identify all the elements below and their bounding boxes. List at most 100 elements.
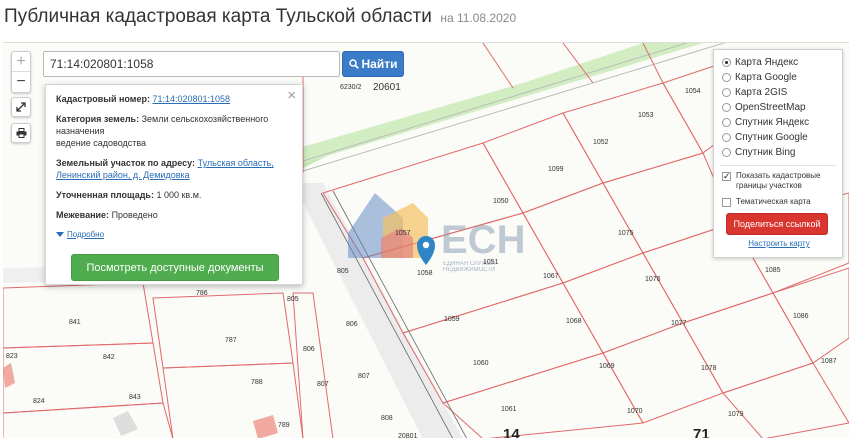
configure-map-link[interactable]: Настроить карту xyxy=(722,239,836,248)
divider xyxy=(720,165,836,166)
watermark-brand: ЕСН xyxy=(441,218,525,262)
more-details-toggle[interactable]: Подробно xyxy=(56,229,292,239)
parcel-label: 1077 xyxy=(671,320,687,327)
watermark-logo xyxy=(348,193,428,258)
parcel-label: 1075 xyxy=(618,230,634,237)
radio-button[interactable] xyxy=(722,58,731,67)
parcel-label: 788 xyxy=(251,379,263,386)
survey-row: Межевание: Проведено xyxy=(56,209,292,221)
cadastral-number-link[interactable]: 71:14:020801:1058 xyxy=(152,94,230,104)
layer-option-bing-satellite[interactable]: Спутник Bing xyxy=(722,145,836,160)
search-input[interactable] xyxy=(43,51,340,77)
layer-option-yandex-map[interactable]: Карта Яндекс xyxy=(722,55,836,70)
radio-button[interactable] xyxy=(722,148,731,157)
show-borders-option[interactable]: ✓ Показать кадастровые границы участков xyxy=(722,171,836,191)
parcel-label: 824 xyxy=(33,398,45,405)
parcel-label: 1085 xyxy=(765,267,781,274)
layer-option-2gis-map[interactable]: Карта 2GIS xyxy=(722,85,836,100)
parcel-label: 787 xyxy=(225,337,237,344)
map-label-zone-bottom: 20801 xyxy=(398,433,418,438)
parcel-label: 806 xyxy=(346,321,358,328)
survey-label: Межевание: xyxy=(56,210,110,220)
share-link-button[interactable]: Поделиться ссылкой xyxy=(726,213,828,235)
layer-option-label: Спутник Яндекс xyxy=(735,117,810,128)
parcel-label: 807 xyxy=(317,381,329,388)
view-documents-button[interactable]: Посмотреть доступные документы xyxy=(71,254,279,281)
map-label-71: 71 xyxy=(693,426,710,438)
more-details-link[interactable]: Подробно xyxy=(67,230,104,239)
thematic-map-label: Тематическая карта xyxy=(736,197,811,206)
layer-option-label: Карта Яндекс xyxy=(735,57,799,68)
parcel-label: 1099 xyxy=(548,166,564,173)
thematic-map-checkbox[interactable] xyxy=(722,198,731,207)
parcel-label: 1061 xyxy=(501,406,517,413)
parcel-label: 1068 xyxy=(566,318,582,325)
layer-option-label: Карта Google xyxy=(735,72,797,83)
parcel-label: 1069 xyxy=(599,363,615,370)
parcel-label: 807 xyxy=(358,373,370,380)
watermark-line2: НЕДВИЖИМОСТИ xyxy=(443,267,495,273)
radio-button[interactable] xyxy=(722,118,731,127)
parcel-label: 1076 xyxy=(645,276,661,283)
search-button[interactable]: Найти xyxy=(342,51,404,77)
zoom-out-button[interactable]: − xyxy=(12,72,30,92)
parcel-label: 823 xyxy=(6,353,18,360)
parcel-label: 786 xyxy=(196,290,208,297)
radio-button[interactable] xyxy=(722,133,731,142)
print-button[interactable] xyxy=(11,123,31,143)
parcel-label: 1057 xyxy=(395,230,411,237)
parcel-label: 1054 xyxy=(685,88,701,95)
zoom-control: + − xyxy=(11,51,31,93)
layer-option-label: Спутник Bing xyxy=(735,147,796,158)
parcel-label: 1086 xyxy=(793,313,809,320)
parcel-label: 1070 xyxy=(627,408,643,415)
radio-button[interactable] xyxy=(722,103,731,112)
location-marker-icon xyxy=(417,236,435,265)
land-category-label: Категория земель: xyxy=(56,114,140,124)
parcel-label: 1078 xyxy=(701,365,717,372)
page-header: Публичная кадастровая карта Тульской обл… xyxy=(4,6,516,30)
parcel-label: 805 xyxy=(337,268,349,275)
layer-option-osm[interactable]: OpenStreetMap xyxy=(722,100,836,115)
cadastral-number-label: Кадастровый номер: xyxy=(56,94,150,104)
fullscreen-button[interactable] xyxy=(11,97,31,117)
layer-option-yandex-satellite[interactable]: Спутник Яндекс xyxy=(722,115,836,130)
parcel-label: 1058 xyxy=(417,270,433,277)
search-button-label: Найти xyxy=(361,57,398,71)
parcel-info-popup: × Кадастровый номер: 71:14:020801:1058 К… xyxy=(45,84,303,285)
zoom-in-button[interactable]: + xyxy=(12,52,30,72)
land-use-value: ведение садоводства xyxy=(56,138,147,148)
parcel-label: 808 xyxy=(381,415,393,422)
map-label-quarter: 6230/2 xyxy=(340,84,362,91)
thematic-map-option[interactable]: Тематическая карта xyxy=(722,197,836,207)
layer-option-google-map[interactable]: Карта Google xyxy=(722,70,836,85)
layer-option-label: Спутник Google xyxy=(735,132,808,143)
parcel-label: 1067 xyxy=(543,273,559,280)
radio-button[interactable] xyxy=(722,88,731,97)
caret-down-icon xyxy=(56,232,64,238)
show-borders-checkbox[interactable]: ✓ xyxy=(722,172,731,181)
parcel-label: 789 xyxy=(278,422,290,429)
parcel-label: 842 xyxy=(103,354,115,361)
parcel-label: 1051 xyxy=(483,259,499,266)
land-category-row: Категория земель: Земли сельскохозяйстве… xyxy=(56,113,292,149)
parcel-label: 1050 xyxy=(493,198,509,205)
layer-option-label: OpenStreetMap xyxy=(735,102,806,113)
parcel-label: 1059 xyxy=(444,316,460,323)
survey-value: Проведено xyxy=(111,210,158,220)
parcel-label: 1079 xyxy=(728,411,744,418)
page-date: на 11.08.2020 xyxy=(440,11,517,25)
address-label: Земельный участок по адресу: xyxy=(56,158,196,168)
cadastral-number-row: Кадастровый номер: 71:14:020801:1058 xyxy=(56,93,292,105)
layer-option-google-satellite[interactable]: Спутник Google xyxy=(722,130,836,145)
map-canvas[interactable]: ЕСН ЕДИНАЯ СЛУЖБА НЕДВИЖИМОСТИ 6230/2 20… xyxy=(3,42,849,438)
printer-icon xyxy=(16,128,26,138)
close-icon[interactable]: × xyxy=(287,88,296,103)
address-row: Земельный участок по адресу: Тульская об… xyxy=(56,157,292,181)
expand-icon xyxy=(16,102,26,112)
area-label: Уточненная площадь: xyxy=(56,190,154,200)
radio-button[interactable] xyxy=(722,73,731,82)
show-borders-label: Показать кадастровые границы участков xyxy=(736,171,821,190)
page-title: Публичная кадастровая карта Тульской обл… xyxy=(4,6,432,27)
parcel-label: 806 xyxy=(303,346,315,353)
